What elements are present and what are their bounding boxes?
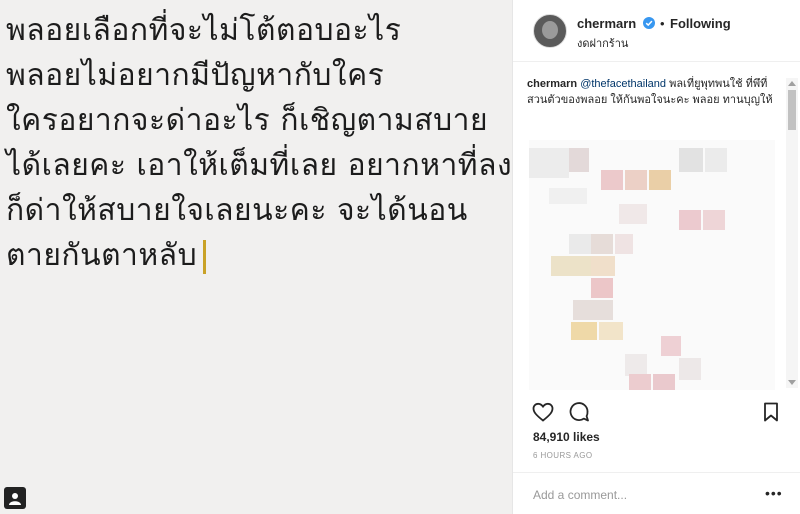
scroll-thumb[interactable]	[788, 90, 796, 130]
comment-bar: •••	[513, 472, 800, 514]
caption-text: chermarn @thefacethailand พลเที่ยูพุทพนใ…	[527, 76, 782, 108]
bookmark-icon[interactable]	[759, 400, 783, 424]
caption-mention[interactable]: @thefacethailand	[580, 78, 666, 90]
post-text-line: ก็ด่าให้สบายใจเลยนะคะ จะได้นอน	[6, 193, 468, 228]
post-text-line: ใครอยากจะด่าอะไร ก็เชิญตามสบาย	[6, 103, 489, 138]
post-header: chermarn • Following งดฝากร้าน	[513, 0, 800, 62]
post-text-block: พลอยเลือกที่จะไม่โต้ตอบอะไร พลอยไม่อยากม…	[6, 8, 513, 278]
post-text-line: พลอยไม่อยากมีปัญหากับใคร	[6, 58, 385, 93]
caption-scrollbar[interactable]	[786, 78, 798, 388]
post-text-line-last: ตายกันตาหลับ	[6, 233, 506, 278]
post-side-panel: chermarn • Following งดฝากร้าน chermarn …	[512, 0, 800, 514]
avatar[interactable]	[533, 14, 567, 48]
header-separator: •	[660, 16, 665, 31]
pixelated-redacted-content	[529, 140, 775, 390]
text-cursor	[203, 239, 207, 274]
user-tag-icon[interactable]	[4, 487, 26, 509]
caption-username[interactable]: chermarn	[527, 78, 577, 90]
location-link[interactable]: งดฝากร้าน	[577, 34, 628, 52]
more-options-button[interactable]: •••	[765, 485, 783, 501]
post-text-line: ได้เลยคะ เอาให้เต็มที่เลย อยากหาที่ลง	[6, 148, 513, 183]
verified-badge-icon	[643, 17, 655, 29]
post-text-line: ตายกันตาหลับ	[6, 238, 198, 273]
comment-input[interactable]	[531, 483, 755, 507]
header-username[interactable]: chermarn	[577, 16, 636, 31]
post-timestamp: 6 HOURS AGO	[533, 451, 593, 460]
scroll-down-arrow[interactable]	[788, 380, 796, 385]
following-button[interactable]: Following	[670, 16, 731, 31]
post-actions	[513, 396, 800, 426]
post-image: พลอยเลือกที่จะไม่โต้ตอบอะไร พลอยไม่อยากม…	[0, 0, 512, 514]
post-text-line: พลอยเลือกที่จะไม่โต้ตอบอะไร	[6, 13, 402, 48]
heart-icon[interactable]	[531, 400, 555, 424]
likes-count[interactable]: 84,910 likes	[533, 430, 600, 444]
comment-icon[interactable]	[567, 400, 591, 424]
scroll-up-arrow[interactable]	[788, 81, 796, 86]
